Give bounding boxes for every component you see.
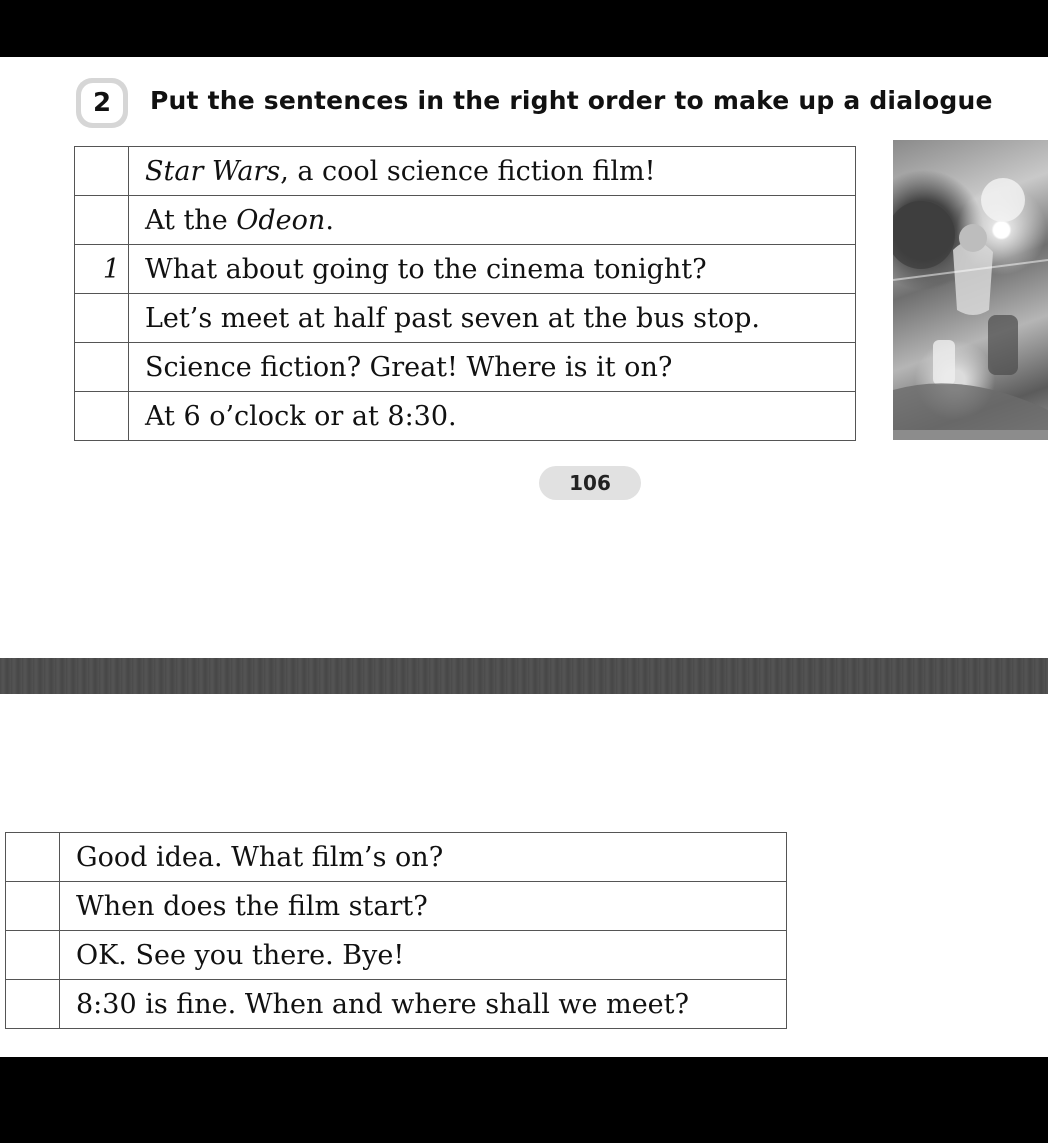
sentence-cell: At 6 o’clock or at 8:30. [128, 391, 856, 441]
sentence-part: Science fiction? Great! Where is it on? [145, 351, 673, 383]
order-number-cell[interactable] [74, 195, 129, 245]
top-black-bar [0, 0, 1048, 57]
dialogue-row: 8:30 is fine. When and where shall we me… [5, 979, 787, 1029]
sentence-cell: Good idea. What film’s on? [59, 832, 787, 882]
sentence-part: , a cool science fiction film! [280, 155, 656, 187]
order-number-cell[interactable] [5, 881, 60, 931]
sentence-part: At the [145, 204, 237, 236]
sentence-cell: 8:30 is fine. When and where shall we me… [59, 979, 787, 1029]
sentence-italic-part: Odeon [236, 204, 326, 236]
dialogue-row: At 6 o’clock or at 8:30. [74, 391, 856, 441]
sentence-part: Good idea. What film’s on? [76, 841, 444, 873]
order-number-cell[interactable] [5, 979, 60, 1029]
order-number-cell[interactable] [5, 832, 60, 882]
order-number-cell[interactable] [74, 342, 129, 392]
dialogue-row: Let’s meet at half past seven at the bus… [74, 293, 856, 343]
sentence-cell: OK. See you there. Bye! [59, 930, 787, 980]
sentence-part: When does the film start? [76, 890, 428, 922]
poster-artwork-icon [893, 178, 1048, 440]
sentence-cell: At the Odeon. [128, 195, 856, 245]
dialogue-row: Science fiction? Great! Where is it on? [74, 342, 856, 392]
dialogue-row: At the Odeon. [74, 195, 856, 245]
sentence-part: What about going to the cinema tonight? [145, 253, 707, 285]
sentence-italic-part: Star Wars [145, 155, 281, 187]
sentence-cell: Star Wars, a cool science fiction film! [128, 146, 856, 196]
exercise-number: 2 [81, 83, 123, 123]
order-number-cell[interactable] [74, 391, 129, 441]
sentence-part: At 6 o’clock or at 8:30. [145, 400, 457, 432]
order-number-cell[interactable] [5, 930, 60, 980]
dialogue-row: Good idea. What film’s on? [5, 832, 787, 882]
exercise-instruction: Put the sentences in the right order to … [150, 86, 993, 115]
order-number-cell[interactable] [74, 293, 129, 343]
order-number-cell[interactable] [74, 146, 129, 196]
page-divider-band [0, 658, 1048, 694]
sentence-cell: What about going to the cinema tonight? [128, 244, 856, 294]
sentence-part: . [325, 204, 334, 236]
sentence-cell: Let’s meet at half past seven at the bus… [128, 293, 856, 343]
page-number: 106 [539, 466, 641, 500]
order-number-cell[interactable]: 1 [74, 244, 129, 294]
sentence-part: OK. See you there. Bye! [76, 939, 405, 971]
dialogue-table-bottom: Good idea. What film’s on? When does the … [5, 832, 787, 1029]
sentence-cell: Science fiction? Great! Where is it on? [128, 342, 856, 392]
dialogue-table-top: Star Wars, a cool science fiction film! A… [74, 146, 856, 441]
dialogue-row: 1 What about going to the cinema tonight? [74, 244, 856, 294]
dialogue-row: OK. See you there. Bye! [5, 930, 787, 980]
exercise-number-badge: 2 [76, 78, 128, 128]
sentence-cell: When does the film start? [59, 881, 787, 931]
dialogue-row: Star Wars, a cool science fiction film! [74, 146, 856, 196]
sentence-part: Let’s meet at half past seven at the bus… [145, 302, 760, 334]
film-poster-image [893, 140, 1048, 440]
bottom-black-bar [0, 1057, 1048, 1143]
sentence-part: 8:30 is fine. When and where shall we me… [76, 988, 689, 1020]
dialogue-row: When does the film start? [5, 881, 787, 931]
